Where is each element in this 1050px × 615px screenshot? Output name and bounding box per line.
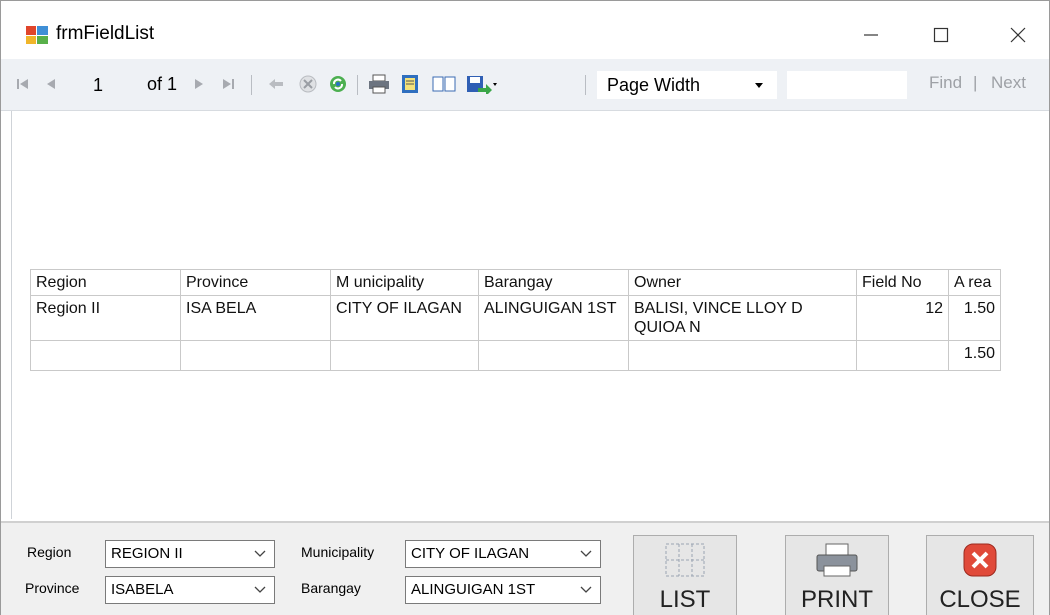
page-setup-button[interactable] [431, 71, 457, 97]
page-setup-icon [432, 76, 456, 92]
region-label: Region [27, 544, 72, 560]
export-save-icon [467, 76, 497, 94]
find-separator: | [973, 73, 978, 92]
page-count-label: of 1 [147, 73, 178, 94]
chevron-down-icon [580, 586, 592, 593]
last-page-icon [223, 79, 234, 89]
toolbar-separator [585, 75, 586, 95]
next-page-button[interactable] [191, 71, 207, 97]
list-button[interactable]: LIST [633, 535, 737, 615]
print-button[interactable]: PRINT [785, 535, 889, 615]
barangay-select-value: ALINGUIGAN 1ST [411, 581, 536, 598]
report-window: frmFieldList 1 of 1 Page Width Find | Ne… [0, 0, 1050, 615]
region-select[interactable]: REGION II [105, 540, 275, 568]
table-cell: ISA BELA [180, 295, 331, 341]
maximize-icon [933, 27, 949, 43]
barangay-label: Barangay [301, 580, 361, 596]
table-cell [330, 340, 479, 371]
close-button[interactable]: CLOSE [926, 535, 1034, 615]
minimize-button[interactable] [849, 15, 893, 55]
close-icon [1010, 27, 1026, 43]
grid-icon [634, 542, 736, 578]
table-cell [30, 340, 181, 371]
close-x-icon [927, 542, 1033, 578]
find-next-link[interactable]: Next [991, 73, 1026, 93]
table-cell: ALINGUIGAN 1ST [478, 295, 629, 341]
chevron-down-icon [254, 586, 266, 593]
table-cell: Region II [30, 295, 181, 341]
province-select-value: ISABELA [111, 581, 174, 598]
refresh-icon [330, 76, 346, 92]
toolbar-separator [251, 75, 252, 95]
page-number-input[interactable]: 1 [85, 72, 131, 98]
column-header: A rea [948, 269, 1001, 296]
filter-panel: Region REGION II Province ISABELA Munici… [1, 521, 1049, 615]
municipality-select[interactable]: CITY OF ILAGAN [405, 540, 601, 568]
minimize-icon [864, 34, 878, 36]
municipality-label: Municipality [301, 544, 375, 560]
province-select[interactable]: ISABELA [105, 576, 275, 604]
table-cell: 1.50 [948, 295, 1001, 341]
table-cell: CITY OF ILAGAN [330, 295, 479, 341]
title-bar: frmFieldList [1, 1, 1049, 55]
column-header: Region [30, 269, 181, 296]
print-report-button[interactable] [367, 71, 391, 97]
zoom-select[interactable]: Page Width [597, 71, 777, 99]
field-list-table: Region Province M unicipality Barangay O… [30, 269, 1001, 371]
table-cell: BALISI, VINCE LLOY D QUIOA N [628, 295, 857, 341]
report-page: Region Province M unicipality Barangay O… [11, 111, 1041, 519]
table-row: Region II ISA BELA CITY OF ILAGAN ALINGU… [30, 295, 1001, 341]
print-layout-button[interactable] [399, 71, 421, 97]
table-cell [628, 340, 857, 371]
chevron-down-icon [755, 83, 763, 88]
table-header-row: Region Province M unicipality Barangay O… [30, 269, 1001, 296]
municipality-select-value: CITY OF ILAGAN [411, 545, 530, 562]
barangay-select[interactable]: ALINGUIGAN 1ST [405, 576, 601, 604]
maximize-button[interactable] [919, 15, 963, 55]
printer-icon [369, 74, 389, 94]
next-page-icon [195, 79, 203, 89]
toolbar-separator [357, 75, 358, 95]
total-area: 1.50 [948, 340, 1001, 371]
table-cell [856, 340, 949, 371]
app-icon [26, 26, 48, 44]
table-cell [180, 340, 331, 371]
previous-page-button[interactable] [43, 71, 59, 97]
stop-icon [299, 75, 317, 93]
report-toolbar: 1 of 1 Page Width Find | Next [1, 59, 1049, 111]
back-arrow-icon [269, 79, 283, 89]
close-button-label: CLOSE [939, 586, 1021, 613]
zoom-select-value: Page Width [607, 75, 701, 95]
chevron-down-icon [580, 550, 592, 557]
first-page-icon [17, 79, 28, 89]
print-layout-icon [402, 75, 418, 93]
previous-page-icon [47, 79, 55, 89]
last-page-button[interactable] [219, 71, 237, 97]
find-text-input[interactable] [787, 71, 907, 99]
region-select-value: REGION II [111, 545, 183, 562]
total-row: 1.50 [30, 340, 1001, 371]
province-label: Province [25, 580, 80, 596]
print-button-label: PRINT [801, 586, 873, 613]
close-window-button[interactable] [996, 15, 1040, 55]
first-page-button[interactable] [15, 71, 31, 97]
back-button[interactable] [265, 71, 287, 97]
column-header: Province [180, 269, 331, 296]
table-cell [478, 340, 629, 371]
column-header: M unicipality [330, 269, 479, 296]
column-header: Barangay [478, 269, 629, 296]
list-button-label: LIST [659, 586, 711, 613]
stop-button[interactable] [297, 71, 319, 97]
table-cell: 12 [856, 295, 949, 341]
window-title: frmFieldList [56, 23, 155, 44]
column-header: Field No [856, 269, 949, 296]
printer-icon [786, 542, 888, 578]
find-link[interactable]: Find [929, 73, 962, 93]
column-header: Owner [628, 269, 857, 296]
refresh-button[interactable] [327, 71, 349, 97]
chevron-down-icon [254, 550, 266, 557]
export-button[interactable] [465, 71, 499, 97]
